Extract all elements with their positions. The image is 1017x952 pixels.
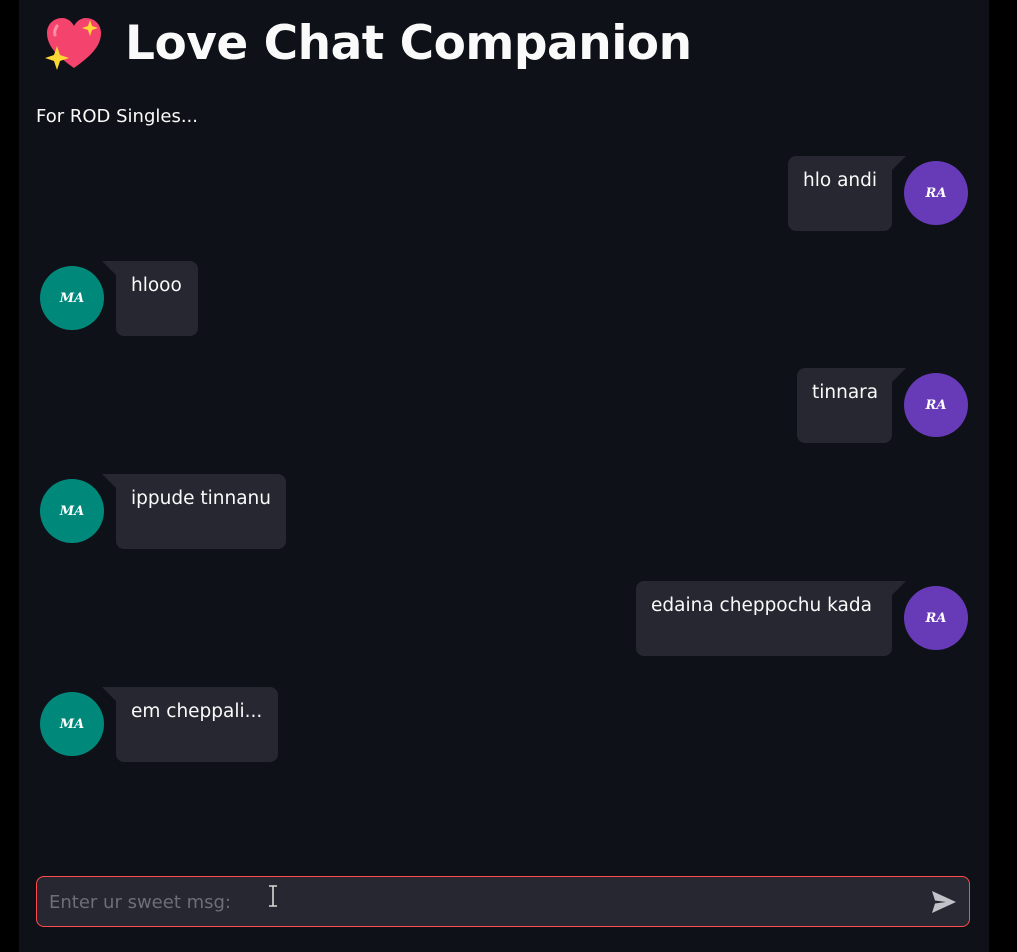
message-bubble: em cheppali... [102, 687, 278, 762]
send-button[interactable] [931, 890, 957, 914]
bot-avatar: MA [40, 479, 104, 543]
message-bubble: ippude tinnanu [102, 474, 286, 549]
message-bubble: edaina cheppochu kada [636, 581, 906, 656]
message-bubble: hlo andi [788, 156, 906, 231]
chat-message-list: hlo andi RA MA hlooo tinnara RA MA ippud… [19, 0, 989, 800]
text-cursor-icon [267, 885, 279, 907]
message-text: hlooo [131, 275, 182, 296]
message-text: ippude tinnanu [131, 488, 271, 509]
user-avatar: RA [904, 161, 968, 225]
message-text: hlo andi [803, 170, 878, 191]
chat-input-container [36, 876, 970, 927]
user-avatar: RA [904, 586, 968, 650]
bot-avatar: MA [40, 692, 104, 756]
message-text: tinnara [812, 382, 879, 403]
chat-app: Love Chat Companion For ROD Singles... h… [19, 0, 989, 952]
message-text: edaina cheppochu kada [651, 595, 872, 616]
message-bubble: hlooo [102, 261, 198, 336]
message-text: em cheppali... [131, 701, 263, 722]
message-bubble: tinnara [797, 368, 906, 443]
send-arrow-icon [932, 891, 956, 913]
bot-avatar: MA [40, 266, 104, 330]
user-avatar: RA [904, 373, 968, 437]
chat-input[interactable] [47, 877, 911, 927]
